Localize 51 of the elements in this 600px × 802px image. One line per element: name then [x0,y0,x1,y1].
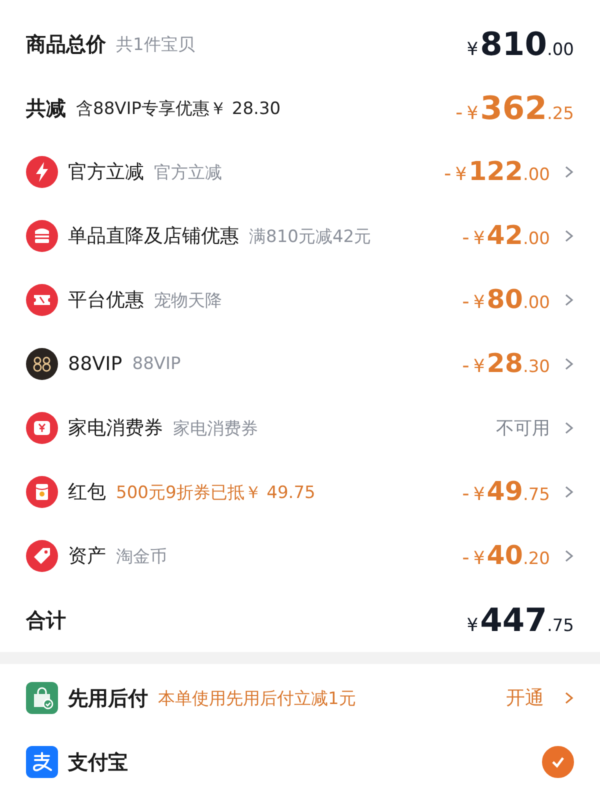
price-amount: - ¥362.25 [455,89,574,127]
chevron-icon [564,691,574,705]
discount-title: 家电消费券 [68,416,163,441]
promo-text: 本单使用先用后付立减1元 [158,688,356,710]
price-amount: ¥810.00 [466,25,574,63]
envelope-icon [26,476,58,508]
discount-title: 红包 [68,480,106,505]
store-icon [26,220,58,252]
price-amount: - ¥80.00 [462,285,550,315]
coupon-icon [26,412,58,444]
tag-icon [26,540,58,572]
discount-detail: 官方立减 [154,162,222,184]
payment-method-name: 支付宝 [68,748,128,776]
item-count: 共1件宝贝 [116,34,195,56]
discount-detail: 满810元减42元 [249,226,372,248]
chevron-icon [564,421,574,435]
discount-title: 88VIP [68,353,122,375]
discount-detail: 宠物天降 [154,290,222,312]
discount-title: 平台优惠 [68,288,144,313]
price-amount: - ¥42.00 [462,221,550,251]
price-amount: - ¥40.20 [462,541,550,571]
discount-title: 官方立减 [68,160,144,185]
lightning-icon [26,156,58,188]
chevron-icon [564,485,574,499]
alipay-icon [26,746,58,778]
subtotal-label: 商品总价 [26,30,106,58]
price-amount: - ¥28.30 [462,349,550,379]
activate-link[interactable]: 开通 [506,685,574,711]
discount-title: 资产 [68,544,106,569]
chevron-icon [564,165,574,179]
discount-detail: 88VIP [132,354,181,374]
chevron-icon [564,229,574,243]
radio-button[interactable] [542,746,574,778]
total-label: 合计 [26,606,66,634]
discount-detail: 500元9折券已抵￥ 49.75 [116,482,316,504]
discount-note: 含88VIP专享优惠￥ 28.30 [76,98,281,120]
price-amount: - ¥122.00 [444,157,550,187]
price-amount: - ¥49.75 [462,477,550,507]
vip-icon [26,348,58,380]
chevron-icon [564,357,574,371]
ticket-icon [26,284,58,316]
payment-method-name: 先用后付 [68,684,148,712]
discount-title: 单品直降及店铺优惠 [68,224,239,249]
status-text: 不可用 [496,417,550,440]
price-amount: ¥447.75 [466,601,574,639]
discount-detail: 淘金币 [116,546,167,568]
shopping-bag-icon [26,682,58,714]
chevron-icon [564,293,574,307]
chevron-icon [564,549,574,563]
discount-total-label: 共减 [26,94,66,122]
discount-detail: 家电消费券 [173,418,258,440]
